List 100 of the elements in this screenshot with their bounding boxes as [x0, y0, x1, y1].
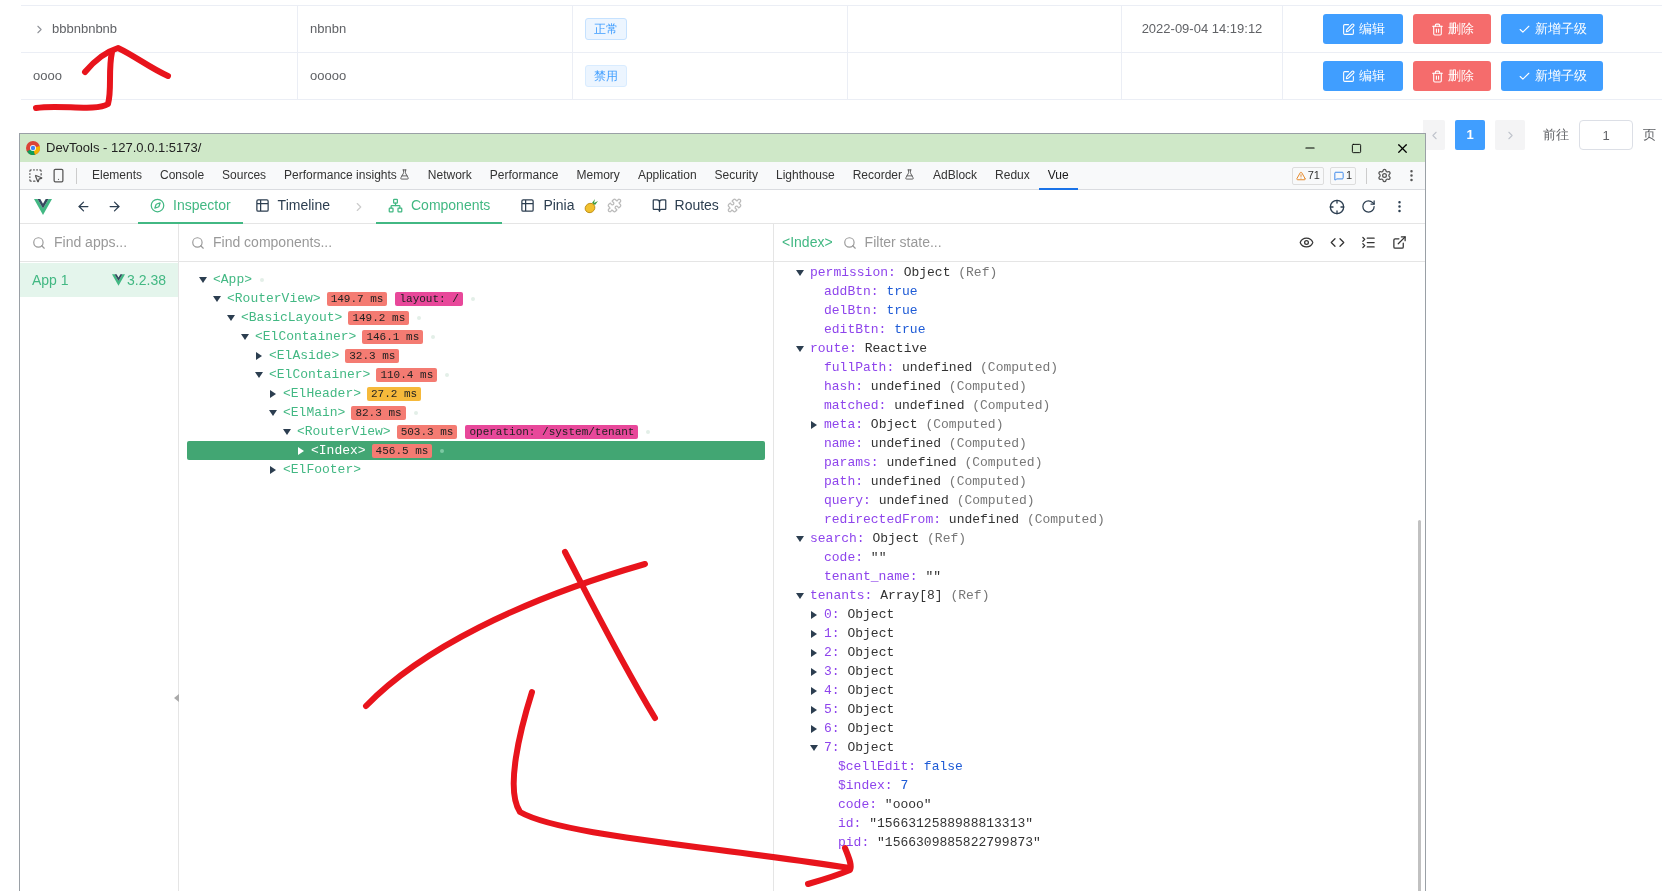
crosshair-icon[interactable] [1329, 198, 1345, 215]
delete-button[interactable]: 删除 [1413, 61, 1491, 91]
add-button[interactable]: 新增子级 [1501, 14, 1603, 44]
expand-arrow-icon[interactable] [269, 465, 277, 474]
inspect-icon[interactable] [28, 168, 43, 183]
book-icon [651, 198, 667, 213]
devtools-tab[interactable]: AdBlock [924, 161, 987, 190]
state-entry: pid: "1566309885822799873" [838, 833, 1041, 852]
collapse-arrow-icon[interactable] [199, 275, 207, 284]
status-tag: 正常 [585, 18, 627, 40]
component-name[interactable]: <RouterView> [227, 288, 321, 309]
state-entry: tenants: Array[8] (Ref) [810, 586, 990, 605]
expand-arrow-icon[interactable] [810, 610, 818, 619]
app-item[interactable]: App 1 3.2.38 [20, 263, 178, 297]
component-name[interactable]: <RouterView> [297, 421, 391, 442]
state-entry: 1: Object [824, 624, 895, 643]
edit-button[interactable]: 编辑 [1323, 14, 1403, 44]
add-button[interactable]: 新增子级 [1501, 61, 1603, 91]
table-cell-text: nbnbn [310, 20, 347, 39]
component-name[interactable]: <ElHeader> [283, 383, 361, 404]
devtools-tab[interactable]: Sources [213, 161, 276, 190]
compass-icon [150, 198, 165, 213]
state-entry: $cellEdit: false [838, 757, 963, 776]
devtools-tab[interactable]: Recorder [843, 161, 925, 190]
external-link-icon[interactable] [1392, 235, 1407, 250]
inspector-tab[interactable]: Inspector [138, 189, 243, 224]
components-search-field[interactable]: Find components... [179, 224, 774, 261]
render-time-badge: 32.3 ms [345, 348, 400, 363]
collapse-arrow-icon[interactable] [255, 370, 263, 379]
code-icon[interactable] [1330, 235, 1345, 250]
component-name[interactable]: <App> [213, 269, 252, 290]
devtools-tab[interactable]: Security [705, 161, 767, 190]
state-filter-field[interactable]: Filter state... [842, 232, 942, 253]
expand-arrow-icon[interactable] [255, 351, 263, 360]
page-input[interactable]: 1 [1579, 120, 1633, 150]
collapse-arrow-icon[interactable] [796, 268, 804, 277]
collapse-arrow-icon[interactable] [241, 332, 249, 341]
expand-arrow-icon[interactable] [810, 420, 818, 429]
selected-tree-row[interactable]: <Index> 456.5 ms [187, 441, 765, 460]
warning-count[interactable]: 71 [1291, 166, 1324, 185]
page-button[interactable]: 1 [1455, 120, 1485, 150]
state-entry: 7: Object [824, 738, 895, 757]
state-entry: code: "" [824, 548, 887, 567]
state-entry: fullPath: undefined (Computed) [824, 358, 1059, 377]
devtools-tab[interactable]: Performance insights [275, 161, 419, 190]
collapse-arrow-icon[interactable] [796, 591, 804, 600]
component-name[interactable]: <ElFooter> [283, 459, 361, 480]
state-entry: 2: Object [824, 643, 895, 662]
devtools-tab[interactable]: Memory [567, 161, 629, 190]
component-name[interactable]: <ElContainer> [269, 364, 371, 385]
device-icon[interactable] [51, 168, 66, 183]
inspector-tab[interactable]: Routes [639, 189, 754, 224]
expand-arrow-icon[interactable] [810, 705, 818, 714]
collapse-handle-icon[interactable] [174, 694, 179, 702]
eye-icon[interactable] [1299, 235, 1314, 250]
devtools-tab[interactable]: Console [151, 161, 214, 190]
expand-arrow-icon[interactable] [269, 389, 277, 398]
devtools-tab[interactable]: Redux [986, 161, 1039, 190]
devtools-tab[interactable]: Performance [480, 161, 568, 190]
state-entry: permission: Object (Ref) [810, 263, 998, 282]
expand-arrow-icon[interactable] [810, 667, 818, 676]
devtools-tab[interactable]: Vue [1038, 161, 1078, 190]
component-name[interactable]: <ElContainer> [255, 326, 357, 347]
settings-icon[interactable] [1377, 168, 1392, 183]
table-cell-text: bbbnbnbnb [52, 20, 118, 39]
collapse-arrow-icon[interactable] [796, 534, 804, 543]
scrollbar[interactable] [1418, 520, 1421, 891]
expand-arrow-icon[interactable] [810, 648, 818, 657]
render-time-badge: 503.3 ms [396, 424, 458, 439]
state-entry: route: Reactive [810, 339, 928, 358]
state-entry: 4: Object [824, 681, 895, 700]
refresh-icon[interactable] [1361, 199, 1376, 214]
state-entry: 5: Object [824, 700, 895, 719]
collapse-arrow-icon[interactable] [227, 313, 235, 322]
render-time-badge: 149.2 ms [348, 310, 410, 325]
component-name[interactable]: <ElAside> [269, 345, 340, 366]
collapse-arrow-icon[interactable] [796, 344, 804, 353]
inspector-tab[interactable]: Pinia [508, 189, 634, 224]
collapse-arrow-icon[interactable] [810, 743, 818, 752]
component-name[interactable]: <ElMain> [283, 402, 346, 423]
render-time-badge: 110.4 ms [376, 367, 438, 382]
devtools-tab[interactable]: Elements [83, 161, 152, 190]
inspector-tab[interactable]: Timeline [242, 189, 342, 224]
expand-arrow-icon[interactable] [810, 629, 818, 638]
inspector-tab[interactable]: Components [376, 189, 503, 224]
collapse-arrow-icon[interactable] [269, 408, 277, 417]
apps-search-field[interactable]: Find apps... [20, 224, 179, 261]
edit-button[interactable]: 编辑 [1323, 61, 1403, 91]
collapse-arrow-icon[interactable] [213, 294, 221, 303]
forward-arrow-icon[interactable] [107, 199, 122, 214]
devtools-tab[interactable]: Lighthouse [766, 161, 844, 190]
expand-arrow-icon[interactable] [810, 724, 818, 733]
state-entry: 6: Object [824, 719, 895, 738]
collapse-arrow-icon[interactable] [283, 427, 291, 436]
delete-button[interactable]: 删除 [1413, 14, 1491, 44]
component-name[interactable]: <BasicLayout> [241, 307, 343, 328]
devtools-tab[interactable]: Network [418, 161, 481, 190]
message-count[interactable]: 1 [1329, 166, 1356, 185]
devtools-tab[interactable]: Application [628, 161, 706, 190]
expand-arrow-icon[interactable] [810, 686, 818, 695]
